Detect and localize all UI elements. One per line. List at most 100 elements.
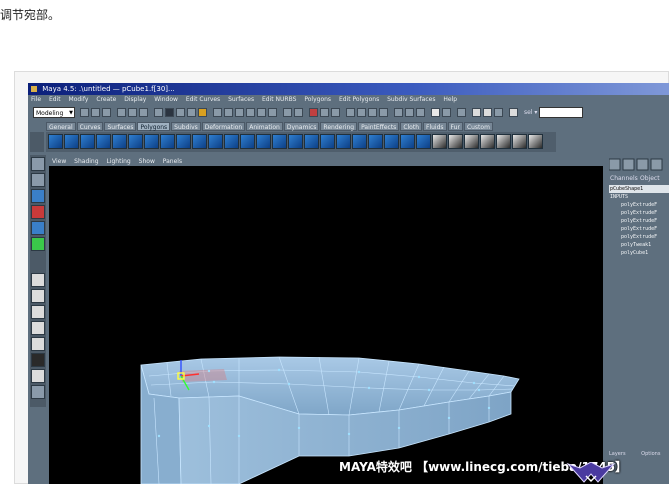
open-scene-icon[interactable] <box>91 108 100 117</box>
cylindrical-mapping-icon[interactable] <box>448 134 463 149</box>
input-node[interactable]: polyExtrudeF <box>621 234 657 240</box>
menu-file[interactable]: File <box>31 96 41 103</box>
rotate-tool-icon[interactable] <box>31 205 45 219</box>
ipr-render-icon[interactable] <box>368 108 377 117</box>
persp-graph-icon[interactable] <box>31 321 45 335</box>
output-history-icon[interactable] <box>320 108 329 117</box>
mask-joints-icon[interactable] <box>165 108 174 117</box>
mask-curves-icon[interactable] <box>176 108 185 117</box>
render-layout-icon[interactable] <box>31 353 45 367</box>
append-polygon-icon[interactable] <box>304 134 319 149</box>
channel-box-toggle-icon[interactable] <box>442 108 451 117</box>
outliner-icon[interactable] <box>405 108 414 117</box>
new-scene-icon[interactable] <box>80 108 89 117</box>
poly-sphere-icon[interactable] <box>48 134 63 149</box>
panel-menu-panels[interactable]: Panels <box>163 158 182 165</box>
shelf-tab-subdivs[interactable]: Subdivs <box>171 122 201 131</box>
single-view-icon[interactable] <box>31 273 45 287</box>
shelf-tab-painteffects[interactable]: PaintEffects <box>358 122 400 131</box>
channel-box-tab-channels[interactable]: Channels <box>610 175 638 182</box>
poly-torus-icon[interactable] <box>128 134 143 149</box>
shelf-tab-cloth[interactable]: Cloth <box>400 122 422 131</box>
panel-menu-view[interactable]: View <box>52 158 66 165</box>
mask-handles-icon[interactable] <box>154 108 163 117</box>
planar-mapping-icon[interactable] <box>432 134 447 149</box>
automatic-mapping-icon[interactable] <box>480 134 495 149</box>
window-title-bar[interactable]: Maya 4.5: .\untitled — pCube1.f[30]... <box>28 83 669 95</box>
poly-cone-icon[interactable] <box>96 134 111 149</box>
shelf-tab-custom[interactable]: Custom <box>463 122 493 131</box>
shelf-tab-fluids[interactable]: Fluids <box>423 122 447 131</box>
render-view-icon[interactable] <box>346 108 355 117</box>
spherical-mapping-icon[interactable] <box>464 134 479 149</box>
input-node[interactable]: polyExtrudeF <box>621 210 657 216</box>
input-node[interactable]: polyTweak1 <box>621 242 651 248</box>
poly-prism-icon[interactable] <box>144 134 159 149</box>
shelf-tab-dynamics[interactable]: Dynamics <box>283 122 320 131</box>
quick-select-icon[interactable] <box>509 108 518 117</box>
lasso-tool-icon[interactable] <box>31 173 45 187</box>
panel-menu-show[interactable]: Show <box>139 158 155 165</box>
panel-menu-shading[interactable]: Shading <box>74 158 98 165</box>
options-menu[interactable]: Options <box>641 451 660 457</box>
four-view-icon[interactable] <box>31 289 45 303</box>
menu-window[interactable]: Window <box>154 96 178 103</box>
input-node[interactable]: polyExtrudeF <box>621 226 657 232</box>
separate-icon[interactable] <box>224 134 239 149</box>
toolbox-options-icon[interactable] <box>31 385 45 399</box>
render-current-icon[interactable] <box>357 108 366 117</box>
snap-grid-icon[interactable] <box>246 108 255 117</box>
menu-polygons[interactable]: Polygons <box>304 96 331 103</box>
graph-layout-icon[interactable] <box>31 369 45 383</box>
hypershade-layout-icon[interactable] <box>31 337 45 351</box>
menu-subdiv-surfaces[interactable]: Subdiv Surfaces <box>387 96 435 103</box>
hypershade-icon[interactable] <box>394 108 403 117</box>
mask-deformations-icon[interactable] <box>198 108 207 117</box>
persp-outliner-icon[interactable] <box>31 305 45 319</box>
construction-history-icon[interactable] <box>331 108 340 117</box>
shelf-tab-polygons[interactable]: Polygons <box>137 122 171 131</box>
menu-set-select[interactable]: Modeling ▼ <box>33 107 75 118</box>
menu-edit-nurbs[interactable]: Edit NURBS <box>262 96 296 103</box>
manipulator-tool-icon[interactable] <box>31 237 45 251</box>
combine-icon[interactable] <box>208 134 223 149</box>
checker-icon[interactable] <box>512 134 527 149</box>
poly-helix-icon[interactable] <box>192 134 207 149</box>
poke-face-icon[interactable] <box>384 134 399 149</box>
extrude-edge-icon[interactable] <box>272 134 287 149</box>
select-hierarchy-icon[interactable] <box>117 108 126 117</box>
select-tool-icon[interactable] <box>31 157 45 171</box>
shelf-tab-surfaces[interactable]: Surfaces <box>104 122 137 131</box>
shelf-tab-curves[interactable]: Curves <box>76 122 104 131</box>
shelf-tab-fur[interactable]: Fur <box>447 122 463 131</box>
save-scene-icon[interactable] <box>102 108 111 117</box>
bevel-icon[interactable] <box>336 134 351 149</box>
snap-curve-icon[interactable] <box>257 108 266 117</box>
mask-rendering-icon[interactable] <box>224 108 233 117</box>
input-history-icon[interactable] <box>309 108 318 117</box>
perspective-viewport[interactable] <box>49 166 603 484</box>
menu-edit-curves[interactable]: Edit Curves <box>186 96 220 103</box>
menu-modify[interactable]: Modify <box>69 96 89 103</box>
shelf-menu-button[interactable] <box>30 132 44 152</box>
input-node[interactable]: polyExtrudeF <box>621 202 657 208</box>
input-node[interactable]: polyExtrudeF <box>621 218 657 224</box>
menu-create[interactable]: Create <box>96 96 116 103</box>
select-object-icon[interactable] <box>128 108 137 117</box>
shelf-tab-general[interactable]: General <box>46 122 76 131</box>
subdivide-icon[interactable] <box>400 134 415 149</box>
attribute-editor-icon[interactable] <box>416 108 425 117</box>
scale-tool-icon[interactable] <box>31 221 45 235</box>
mask-dynamics-icon[interactable] <box>213 108 222 117</box>
tool-settings-icon[interactable] <box>431 108 440 117</box>
poly-pipe-icon[interactable] <box>176 134 191 149</box>
collapse-icon[interactable] <box>416 134 431 149</box>
layers-menu[interactable]: Layers <box>609 451 626 457</box>
grid-icon[interactable] <box>472 108 481 117</box>
quick-field-input[interactable] <box>539 107 583 118</box>
menu-edit-polygons[interactable]: Edit Polygons <box>339 96 379 103</box>
uv-texture-editor-icon[interactable] <box>496 134 511 149</box>
channel-box-tab-object[interactable]: Object <box>640 175 660 182</box>
move-tool-icon[interactable] <box>31 189 45 203</box>
poly-pyramid-icon[interactable] <box>160 134 175 149</box>
